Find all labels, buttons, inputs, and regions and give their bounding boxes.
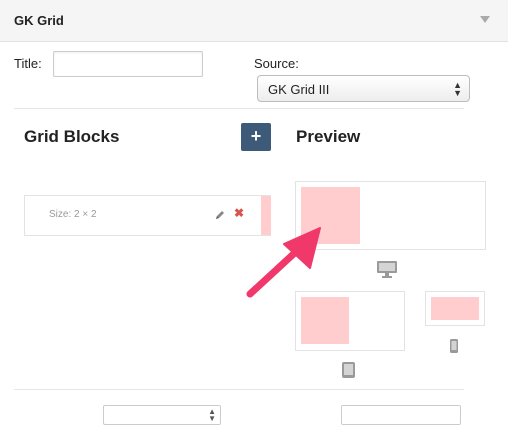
arrow-annotation-icon xyxy=(240,218,330,300)
block-size-label: Size: 2 × 2 xyxy=(49,209,97,220)
tablet-icon[interactable] xyxy=(341,361,357,384)
source-label: Source: xyxy=(254,56,299,71)
grid-block-item[interactable]: Size: 2 × 2 ✖ xyxy=(24,195,271,236)
widget-header[interactable]: GK Grid xyxy=(0,0,508,42)
title-input[interactable] xyxy=(53,51,203,77)
widget-title: GK Grid xyxy=(14,13,64,28)
collapse-caret-icon[interactable] xyxy=(480,16,490,23)
add-block-button[interactable]: + xyxy=(241,123,271,151)
phone-icon[interactable] xyxy=(449,338,459,359)
source-selected-value: GK Grid III xyxy=(268,82,330,97)
bottom-select-left[interactable]: ▲ ▼ xyxy=(103,405,221,425)
grid-blocks-heading: Grid Blocks xyxy=(24,127,120,146)
title-label: Title: xyxy=(14,56,42,71)
select-arrows-icon: ▲ ▼ xyxy=(208,407,216,423)
select-arrows-icon: ▲ ▼ xyxy=(453,80,462,98)
divider-top xyxy=(14,108,464,109)
bottom-select-right[interactable] xyxy=(341,405,461,425)
phone-preview xyxy=(425,291,485,326)
divider-bottom xyxy=(14,389,464,390)
source-select[interactable]: GK Grid III ▲ ▼ xyxy=(257,75,470,102)
pencil-icon[interactable] xyxy=(214,208,226,226)
desktop-icon[interactable] xyxy=(376,260,398,283)
preview-heading: Preview xyxy=(296,127,361,146)
phone-preview-block xyxy=(431,297,479,320)
tablet-preview-block xyxy=(301,297,349,344)
